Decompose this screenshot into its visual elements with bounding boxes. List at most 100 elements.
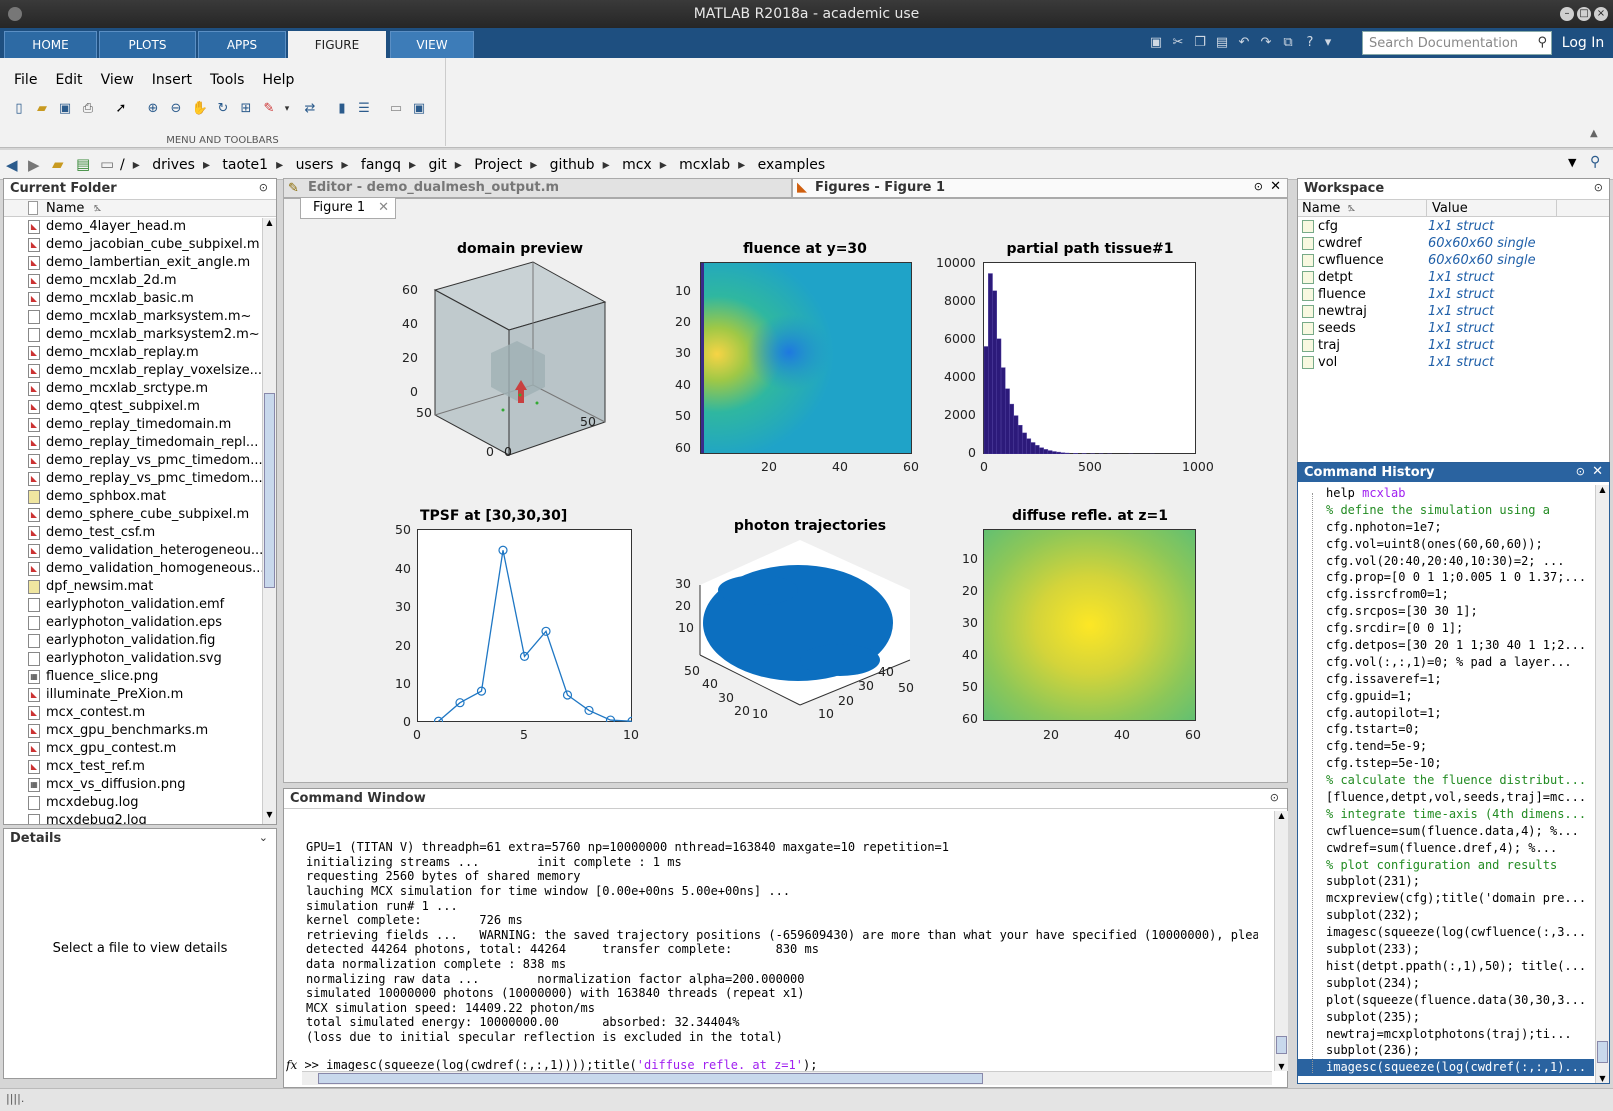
history-entry[interactable]: help mcxlab [1298, 485, 1594, 502]
history-entry[interactable]: % integrate time-axis (4th dimens... [1298, 806, 1594, 823]
history-entry[interactable]: subplot(233); [1298, 941, 1594, 958]
workspace-variable-row[interactable]: traj 1x1 struct [1298, 337, 1608, 354]
command-output[interactable]: GPU=1 (TITAN V) threadph=61 extra=5760 n… [306, 811, 1258, 1061]
window-menu-icon[interactable] [8, 7, 22, 21]
figure-1-tab[interactable]: Figure 1 ✕ [300, 198, 396, 219]
close-panel-icon[interactable]: ✕ [1592, 464, 1603, 479]
history-entry[interactable]: cfg.tstart=0; [1298, 721, 1594, 738]
legend-icon[interactable]: ☰ [355, 100, 373, 118]
search-folder-icon[interactable]: ⚲ [1590, 154, 1600, 170]
new-figure-icon[interactable]: ▯ [10, 100, 28, 118]
scroll-thumb[interactable] [264, 393, 275, 588]
forward-icon[interactable]: ▶ [28, 156, 40, 174]
file-list-item[interactable]: ◣ demo_jacobian_cube_subpixel.m [4, 236, 262, 254]
panel-menu-icon[interactable]: ⊙ [1254, 180, 1263, 193]
zoom-in-icon[interactable]: ⊕ [144, 100, 162, 118]
panel-menu-icon[interactable]: ⊙ [1594, 181, 1603, 194]
plot3-histogram[interactable] [983, 262, 1196, 454]
command-hscrollbar[interactable] [302, 1071, 1272, 1085]
browse-folder-icon[interactable]: ▤ [76, 155, 90, 173]
crumb-fangq[interactable]: fangq [361, 157, 401, 173]
column-header[interactable]: Name ⦩ [4, 199, 276, 217]
history-entry[interactable]: [fluence,detpt,vol,seeds,traj]=mc... [1298, 789, 1594, 806]
menu-view[interactable]: View [101, 72, 134, 88]
workspace-variable-row[interactable]: vol 1x1 struct [1298, 354, 1608, 371]
history-entry[interactable]: cfg.autopilot=1; [1298, 705, 1594, 722]
tab-figure[interactable]: FIGURE [288, 31, 386, 59]
file-list-item[interactable]: earlyphoton_validation.fig [4, 632, 262, 650]
pointer-icon[interactable]: ➚ [112, 100, 130, 118]
history-entry[interactable]: cwdref=sum(fluence.dref,4); %... [1298, 840, 1594, 857]
link-plot-icon[interactable]: ⇄ [301, 100, 319, 118]
help-icon[interactable]: ? [1301, 33, 1319, 53]
file-list-item[interactable]: ◣ demo_replay_timedomain_repl... [4, 434, 262, 452]
plot1-domain-preview[interactable] [405, 255, 625, 475]
history-entry[interactable]: cfg.tend=5e-9; [1298, 738, 1594, 755]
file-list-item[interactable]: ◣ illuminate_PreXion.m [4, 686, 262, 704]
collapse-toolstrip-icon[interactable]: ▲ [1590, 128, 1598, 139]
value-column-header[interactable]: Value [1432, 201, 1468, 216]
switch-windows-icon[interactable]: ⧉ [1279, 33, 1297, 53]
login-button[interactable]: Log In [1556, 31, 1610, 55]
history-entry[interactable]: cfg.issrcfrom0=1; [1298, 586, 1594, 603]
file-list-item[interactable]: earlyphoton_validation.svg [4, 650, 262, 668]
cut-icon[interactable]: ✂ [1169, 33, 1187, 53]
crumb-root[interactable]: / [120, 157, 125, 173]
crumb-mcx[interactable]: mcx [622, 157, 652, 173]
file-list-item[interactable]: ◣ demo_validation_heterogeneou... [4, 542, 262, 560]
file-list-item[interactable]: ◣ mcx_gpu_contest.m [4, 740, 262, 758]
file-list-item[interactable]: ◣ demo_qtest_subpixel.m [4, 398, 262, 416]
workspace-variable-row[interactable]: fluence 1x1 struct [1298, 286, 1608, 303]
crumb-git[interactable]: git [429, 157, 447, 173]
file-list-item[interactable]: ◣ demo_mcxlab_basic.m [4, 290, 262, 308]
file-list-item[interactable]: demo_sphbox.mat [4, 488, 262, 506]
rotate-icon[interactable]: ↻ [214, 100, 232, 118]
data-cursor-icon[interactable]: ⊞ [237, 100, 255, 118]
file-list-item[interactable]: ◣ demo_mcxlab_2d.m [4, 272, 262, 290]
chevron-down-icon[interactable]: ⌄ [259, 831, 268, 844]
file-list-item[interactable]: ◣ demo_4layer_head.m [4, 218, 262, 236]
workspace-variable-row[interactable]: detpt 1x1 struct [1298, 269, 1608, 286]
history-entry[interactable]: % calculate the fluence distribut... [1298, 772, 1594, 789]
history-entry[interactable]: imagesc(squeeze(log(cwfluence(:,3... [1298, 924, 1594, 941]
command-vscrollbar[interactable]: ▲ ▼ [1274, 811, 1288, 1071]
history-entry[interactable]: newtraj=mcxplotphotons(traj);ti... [1298, 1026, 1594, 1043]
history-entry[interactable]: cfg.srcdir=[0 0 1]; [1298, 620, 1594, 637]
name-column-header[interactable]: Name [46, 201, 84, 216]
history-entry[interactable]: subplot(235); [1298, 1009, 1594, 1026]
crumb-users[interactable]: users [296, 157, 334, 173]
brush-dropdown-icon[interactable]: ▾ [278, 100, 296, 118]
back-icon[interactable]: ◀ [6, 156, 18, 174]
tab-apps[interactable]: APPS [198, 31, 286, 58]
panel-menu-icon[interactable]: ⊙ [259, 181, 268, 194]
save-icon[interactable]: ▣ [1147, 33, 1165, 53]
crumb-taote1[interactable]: taote1 [222, 157, 268, 173]
paste-icon[interactable]: ▤ [1213, 33, 1231, 53]
close-icon[interactable]: × [1594, 7, 1608, 21]
file-list-item[interactable]: ◣ demo_replay_vs_pmc_timedom... [4, 452, 262, 470]
history-entry[interactable]: cfg.detpos=[30 20 1 1;30 40 1 1;2... [1298, 637, 1594, 654]
history-entry[interactable]: subplot(234); [1298, 975, 1594, 992]
file-list-item[interactable]: dpf_newsim.mat [4, 578, 262, 596]
hide-plot-tools-icon[interactable]: ▭ [387, 100, 405, 118]
plot2-fluence-heatmap[interactable] [700, 262, 912, 454]
close-panel-icon[interactable]: ✕ [1270, 179, 1281, 194]
crumb-github[interactable]: github [550, 157, 595, 173]
history-entry[interactable]: cfg.gpuid=1; [1298, 688, 1594, 705]
pan-icon[interactable]: ✋ [191, 100, 209, 118]
history-entry[interactable]: subplot(231); [1298, 873, 1594, 890]
history-entry[interactable]: hist(detpt.ppath(:,1),50); title(... [1298, 958, 1594, 975]
history-entry[interactable]: subplot(232); [1298, 907, 1594, 924]
file-list-item[interactable]: ◣ demo_replay_vs_pmc_timedom... [4, 470, 262, 488]
history-entry[interactable]: imagesc(squeeze(log(cwdref(:,:,1)... [1298, 1059, 1594, 1077]
chevron-down-icon[interactable]: ▾ [1319, 33, 1337, 53]
path-dropdown-icon[interactable]: ▼ [1568, 156, 1576, 169]
file-list-item[interactable]: mcxdebug2.log [4, 812, 262, 824]
workspace-variable-row[interactable]: seeds 1x1 struct [1298, 320, 1608, 337]
history-entry[interactable]: % plot configuration and results [1298, 857, 1594, 874]
history-entry[interactable]: cfg.vol=uint8(ones(60,60,60)); [1298, 536, 1594, 553]
file-list-item[interactable]: ◣ demo_validation_homogeneous... [4, 560, 262, 578]
file-list-item[interactable]: ▦ mcx_vs_diffusion.png [4, 776, 262, 794]
file-list-item[interactable]: ◣ demo_mcxlab_replay.m [4, 344, 262, 362]
history-entry[interactable]: cfg.srcpos=[30 30 1]; [1298, 603, 1594, 620]
